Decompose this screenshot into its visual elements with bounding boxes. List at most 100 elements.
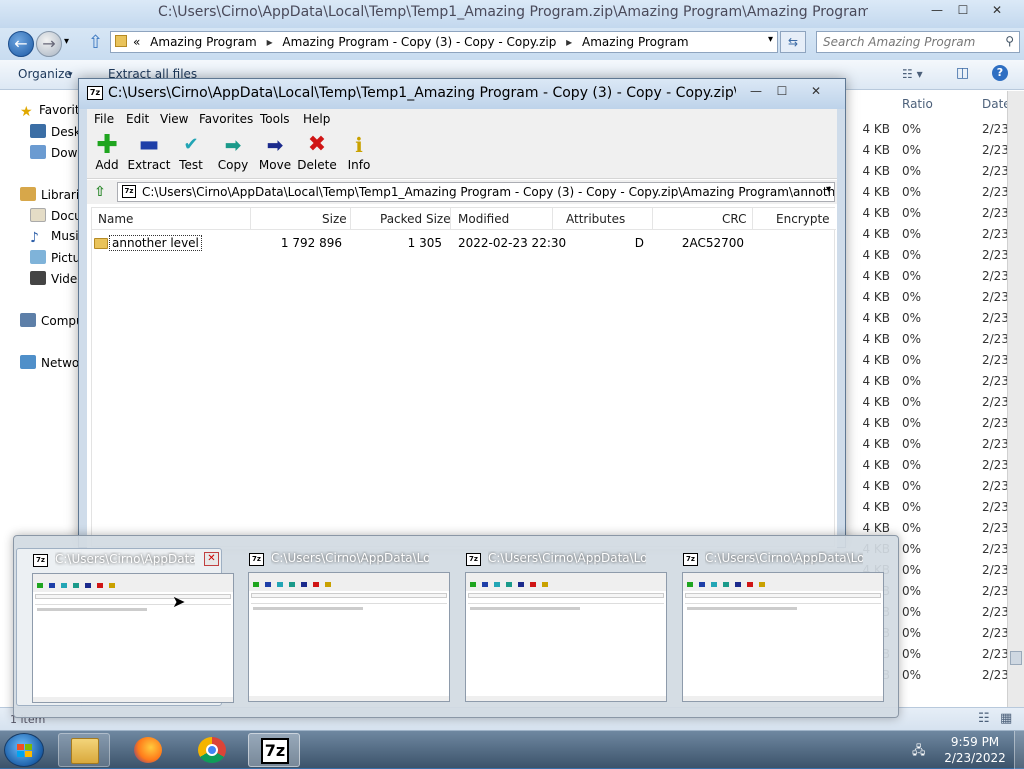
column-divider[interactable] [350,208,351,230]
scrollbar-thumb[interactable] [1010,651,1022,665]
search-icon[interactable]: ⚲ [1005,34,1014,48]
explorer-vertical-scrollbar[interactable] [1007,91,1024,707]
taskbar-7zip-button[interactable]: 7z [248,733,300,767]
help-icon[interactable]: ? [992,65,1008,81]
sevenzip-toolbar: ✚ Add ▬ Extract ✔ Test ➡ Copy ➡ Move ✖ D… [87,129,837,179]
sevenzip-minimize-button[interactable]: — [743,83,769,101]
file-row[interactable]: 4 KB0%2/23/ [846,329,1014,350]
preview-pane-icon[interactable]: ◫ [956,65,969,81]
path-dropdown-icon[interactable]: ▾ [826,184,831,195]
column-divider[interactable] [250,208,251,230]
file-row[interactable]: 4 KB0%2/23/ [846,308,1014,329]
column-attributes[interactable]: Attributes [566,212,625,226]
nav-downloads[interactable]: Downloads [30,145,81,165]
column-divider[interactable] [752,208,753,230]
file-row[interactable]: 4 KB0%2/23/ [846,455,1014,476]
column-encrypted[interactable]: Encrypte [776,212,830,226]
large-icons-view-icon[interactable]: ▦ [1000,711,1012,726]
file-row[interactable]: 4 KB0%2/23/ [846,497,1014,518]
nav-libraries[interactable]: Libraries [20,187,81,207]
info-button[interactable]: ℹ Info [337,133,381,172]
file-row[interactable]: 4 KB0%2/23/ [846,182,1014,203]
extract-button[interactable]: ▬ Extract [127,133,171,173]
delete-button[interactable]: ✖ Delete [295,133,339,173]
column-packed-size[interactable]: Packed Size [380,212,451,226]
test-button[interactable]: ✔ Test [169,133,213,172]
file-row[interactable]: 4 KB0%2/23/ [846,266,1014,287]
file-row[interactable]: 4 KB0%2/23/ [846,224,1014,245]
nav-computer[interactable]: Computer [20,313,81,333]
explorer-search-input[interactable]: Search Amazing Program ⚲ [816,31,1020,53]
nav-music[interactable]: ♪ Music [30,229,81,249]
column-size[interactable]: Size [322,212,347,226]
nav-pictures[interactable]: Pictures [30,250,81,270]
window-thumbnail[interactable]: 7z C:\Users\Cirno\AppData\Lo... ✕ [16,548,234,706]
column-ratio[interactable]: Ratio [902,97,933,111]
file-row[interactable]: 4 KB0%2/23/ [846,140,1014,161]
menu-view[interactable]: View [160,112,188,126]
nav-videos[interactable]: Videos [30,271,81,291]
clock[interactable]: 9:59 PM 2/23/2022 [940,734,1010,766]
recent-pages-chevron-icon[interactable]: ▾ [64,36,69,47]
file-row[interactable]: 4 KB0%2/23/ [846,350,1014,371]
show-desktop-button[interactable] [1014,731,1024,769]
file-row[interactable]: 4 KB0%2/23/ [846,161,1014,182]
file-row[interactable]: 4 KB0%2/23/ [846,476,1014,497]
column-crc[interactable]: CRC [722,212,747,226]
thumbnail-close-button[interactable]: ✕ [204,552,219,566]
column-name[interactable]: Name [98,212,133,226]
taskbar-chrome-button[interactable] [186,733,238,767]
column-modified[interactable]: Modified [458,212,509,226]
file-row[interactable]: 4 KB0%2/23/ [846,119,1014,140]
taskbar-explorer-button[interactable] [58,733,110,767]
sevenzip-maximize-button[interactable]: ☐ [769,83,795,101]
nav-favorites[interactable]: ★ Favorites [20,103,81,123]
window-thumbnail[interactable]: 7z C:\Users\Cirno\AppData\Local\... [450,548,667,706]
window-thumbnail[interactable]: 7z C:\Users\Cirno\AppData\Local\... [233,548,450,706]
explorer-minimize-button[interactable]: — [924,2,950,20]
address-dropdown-icon[interactable]: ▾ [768,34,773,45]
explorer-address-bar[interactable]: « Amazing Program ▸ Amazing Program - Co… [110,31,778,53]
network-tray-icon[interactable]: 🖧 [912,741,930,757]
menu-edit[interactable]: Edit [126,112,149,126]
explorer-close-button[interactable]: ✕ [984,2,1010,20]
list-row[interactable]: annother level 1 792 896 1 305 2022-02-2… [92,234,836,254]
back-button[interactable]: ← [8,31,34,57]
file-row[interactable]: 4 KB0%2/23/ [846,287,1014,308]
file-row[interactable]: 4 KB0%2/23/ [846,371,1014,392]
breadcrumb-item[interactable]: Amazing Program - Copy (3) - Copy - Copy… [282,35,556,49]
menu-file[interactable]: File [94,112,114,126]
explorer-maximize-button[interactable]: ☐ [950,2,976,20]
sevenzip-close-button[interactable]: ✕ [803,83,829,101]
file-row[interactable]: 4 KB0%2/23/ [846,434,1014,455]
menu-help[interactable]: Help [303,112,330,126]
menu-tools[interactable]: Tools [260,112,290,126]
nav-desktop[interactable]: Desktop [30,124,81,144]
taskbar-firefox-button[interactable] [122,733,174,767]
breadcrumb-item[interactable]: Amazing Program [144,35,257,49]
breadcrumb-item[interactable]: Amazing Program [582,35,689,49]
column-divider[interactable] [652,208,653,230]
file-row[interactable]: 4 KB0%2/23/ [846,413,1014,434]
nav-documents[interactable]: Documents [30,208,81,228]
forward-button[interactable]: → [36,31,62,57]
column-divider[interactable] [552,208,553,230]
file-row[interactable]: 4 KB0%2/23/ [846,245,1014,266]
start-button[interactable] [4,733,44,767]
add-button[interactable]: ✚ Add [85,132,129,172]
menu-favorites[interactable]: Favorites [199,112,253,126]
view-options-icon[interactable]: ☷ ▾ [902,67,923,81]
organize-button[interactable]: Organize [18,67,72,81]
details-view-icon[interactable]: ☷ [978,711,990,726]
move-button[interactable]: ➡ Move [253,133,297,172]
file-row[interactable]: 4 KB0%2/23/ [846,392,1014,413]
file-row[interactable]: 4 KB0%2/23/ [846,203,1014,224]
path-combobox[interactable]: 7z C:\Users\Cirno\AppData\Local\Temp\Tem… [117,182,835,202]
window-thumbnail[interactable]: 7z C:\Users\Cirno\AppData\Local\... [667,548,884,706]
up-folder-button[interactable]: ⇧ [91,183,109,201]
up-folder-icon[interactable]: ⇧ [88,32,103,53]
copy-button[interactable]: ➡ Copy [211,133,255,172]
refresh-button[interactable]: ⇆ [780,31,806,53]
nav-network[interactable]: Network [20,355,81,375]
column-divider[interactable] [450,208,451,230]
